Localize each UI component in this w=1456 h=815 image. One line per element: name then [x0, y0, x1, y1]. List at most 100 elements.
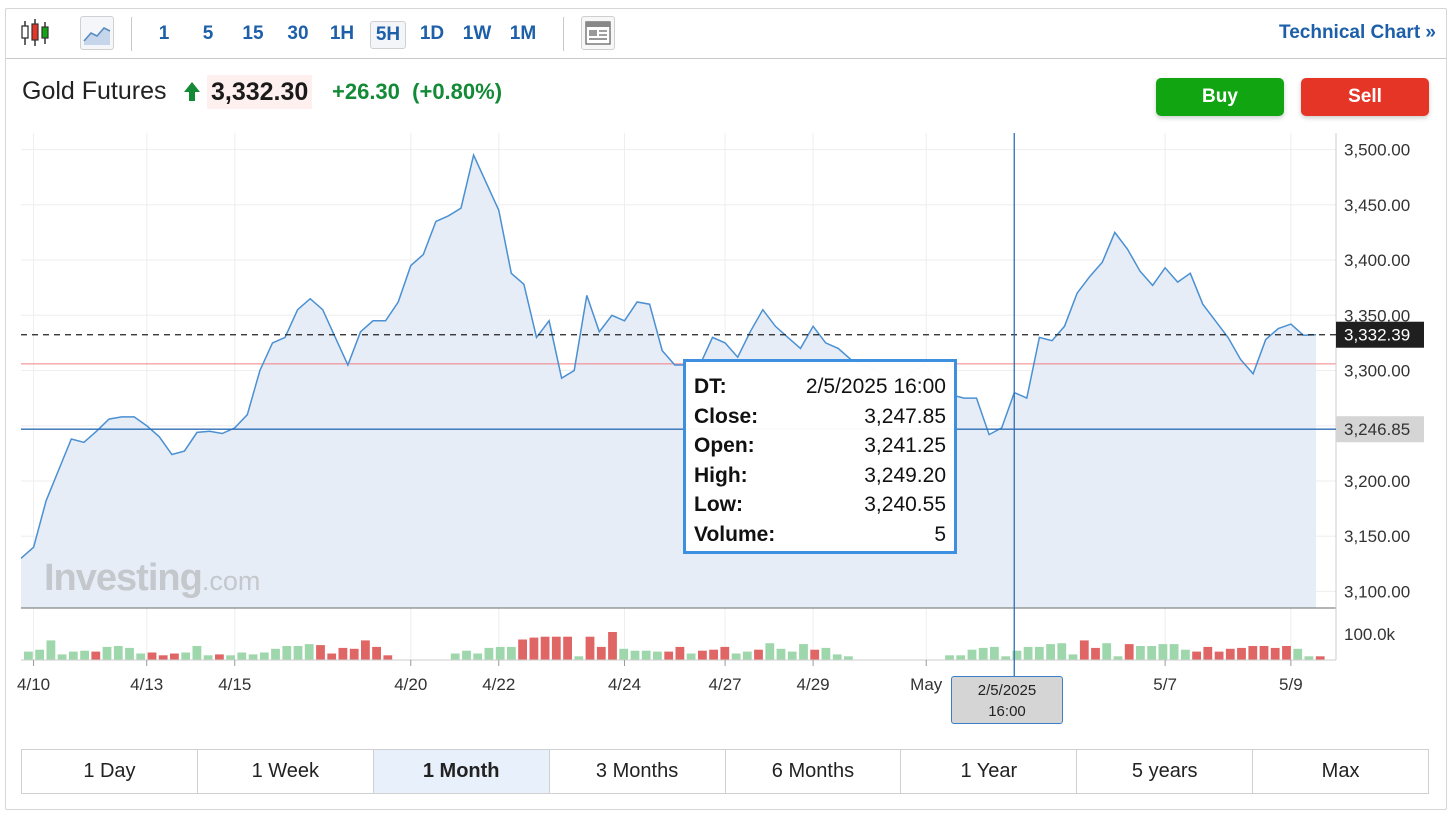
tooltip-value: 3,241.25	[864, 434, 946, 457]
watermark-brand: Investing	[44, 557, 203, 599]
volume-bar	[158, 655, 168, 660]
volume-bar	[450, 653, 460, 660]
volume-bar	[821, 647, 831, 660]
volume-bar	[1237, 647, 1246, 660]
tooltip-row: High: 3,249.20	[694, 461, 946, 491]
x-tick-label: 5/9	[1279, 675, 1303, 694]
tooltip-key: DT:	[694, 375, 727, 398]
volume-bar	[24, 651, 33, 660]
volume-bar	[978, 647, 988, 660]
volume-bar	[462, 650, 471, 660]
volume-bar	[1282, 646, 1291, 660]
volume-bar	[608, 632, 617, 660]
x-tick-label: 4/13	[130, 675, 163, 694]
period-1-week[interactable]: 1 Week	[198, 750, 374, 793]
volume-bar	[574, 656, 584, 660]
period-max[interactable]: Max	[1253, 750, 1428, 793]
volume-bar	[765, 643, 775, 660]
volume-bar	[383, 655, 393, 660]
period-selector: 1 Day 1 Week 1 Month 3 Months 6 Months 1…	[21, 749, 1429, 794]
y-tick-label: 3,150.00	[1344, 527, 1410, 546]
volume-bar	[91, 651, 101, 660]
volume-bar	[709, 649, 718, 660]
volume-bar	[125, 647, 134, 660]
volume-bar	[675, 646, 685, 660]
period-1-year[interactable]: 1 Year	[901, 750, 1078, 793]
x-tick-label: 4/10	[17, 675, 50, 694]
y-tick-label: 3,400.00	[1344, 251, 1410, 270]
volume-bar	[192, 646, 202, 660]
volume-bar	[473, 653, 483, 660]
period-3-months[interactable]: 3 Months	[550, 750, 726, 793]
x-tick-label: 5/7	[1153, 675, 1177, 694]
y-tick-label: 3,200.00	[1344, 472, 1410, 491]
y-tick-label: 3,100.00	[1344, 582, 1410, 601]
volume-bar	[68, 651, 78, 660]
tooltip-row: Low: 3,240.55	[694, 490, 946, 520]
volume-bar	[731, 653, 741, 660]
volume-bar	[327, 653, 337, 660]
volume-bar	[226, 655, 235, 660]
volume-bar	[1124, 644, 1134, 660]
crosshair-time: 16:00	[988, 703, 1026, 720]
volume-bar	[203, 655, 213, 660]
volume-bar	[1248, 646, 1258, 660]
volume-tick-label: 100.0k	[1344, 625, 1396, 644]
volume-bar	[338, 647, 348, 660]
volume-axis: 100.0k	[1344, 625, 1396, 644]
volume-bar	[113, 646, 123, 660]
crosshair-price-tag: 3,246.85	[1336, 416, 1424, 443]
tooltip-value: 3,240.55	[864, 493, 946, 516]
y-axis: 3,100.003,150.003,200.003,250.003,300.00…	[1344, 141, 1410, 602]
price-area	[21, 155, 1316, 608]
volume-bar	[1068, 654, 1078, 660]
volume-bar	[80, 650, 89, 660]
volume-bar	[1136, 646, 1145, 660]
volume-bar	[1225, 648, 1235, 660]
tooltip-key: Volume:	[694, 522, 776, 546]
y-tick-label: 3,500.00	[1344, 141, 1410, 160]
volume-bar	[349, 648, 359, 660]
investing-watermark: Investing.com	[44, 557, 260, 600]
volume-bar	[1158, 644, 1168, 660]
volume-bar	[1181, 649, 1190, 660]
volume-bar	[945, 655, 954, 660]
volume-bar	[259, 652, 269, 660]
volume-bar	[990, 646, 999, 660]
volume-bar	[1046, 644, 1055, 660]
volume-bar	[529, 637, 539, 660]
volume-bar	[1259, 646, 1269, 660]
volume-bar	[653, 651, 662, 660]
period-1-day[interactable]: 1 Day	[22, 750, 198, 793]
x-tick-label: 4/29	[797, 675, 830, 694]
period-6-months[interactable]: 6 Months	[726, 750, 902, 793]
volume-bar	[237, 652, 247, 660]
x-tick-label: 4/15	[218, 675, 251, 694]
volume-bar	[844, 656, 853, 660]
crosshair-date: 2/5/2025	[977, 682, 1037, 699]
volume-bar	[619, 648, 629, 660]
volume-bar	[956, 655, 966, 660]
watermark-suffix: .com	[201, 566, 261, 596]
x-tick-label: 4/22	[482, 675, 515, 694]
volume-bar	[46, 640, 56, 660]
period-1-month[interactable]: 1 Month	[373, 750, 550, 793]
volume-bar	[585, 636, 595, 660]
volume-bar	[147, 652, 157, 660]
tooltip-key: High:	[694, 463, 748, 487]
volume-bar	[181, 652, 191, 660]
volume-bar	[754, 649, 763, 660]
volume-bar	[304, 644, 314, 660]
volume-bar	[518, 639, 527, 660]
x-tick-label: May	[910, 675, 943, 694]
svg-text:3,246.85: 3,246.85	[1344, 420, 1410, 439]
volume-bar	[293, 646, 303, 660]
period-5-years[interactable]: 5 years	[1077, 750, 1254, 793]
tooltip-key: Open:	[694, 434, 755, 457]
volume-bar	[170, 653, 179, 660]
last-price-tag: 3,332.39	[1336, 321, 1424, 348]
volume-bar	[967, 649, 977, 660]
volume-bar	[1001, 656, 1011, 660]
volume-bar	[282, 646, 292, 660]
volume-bar	[1203, 646, 1213, 660]
